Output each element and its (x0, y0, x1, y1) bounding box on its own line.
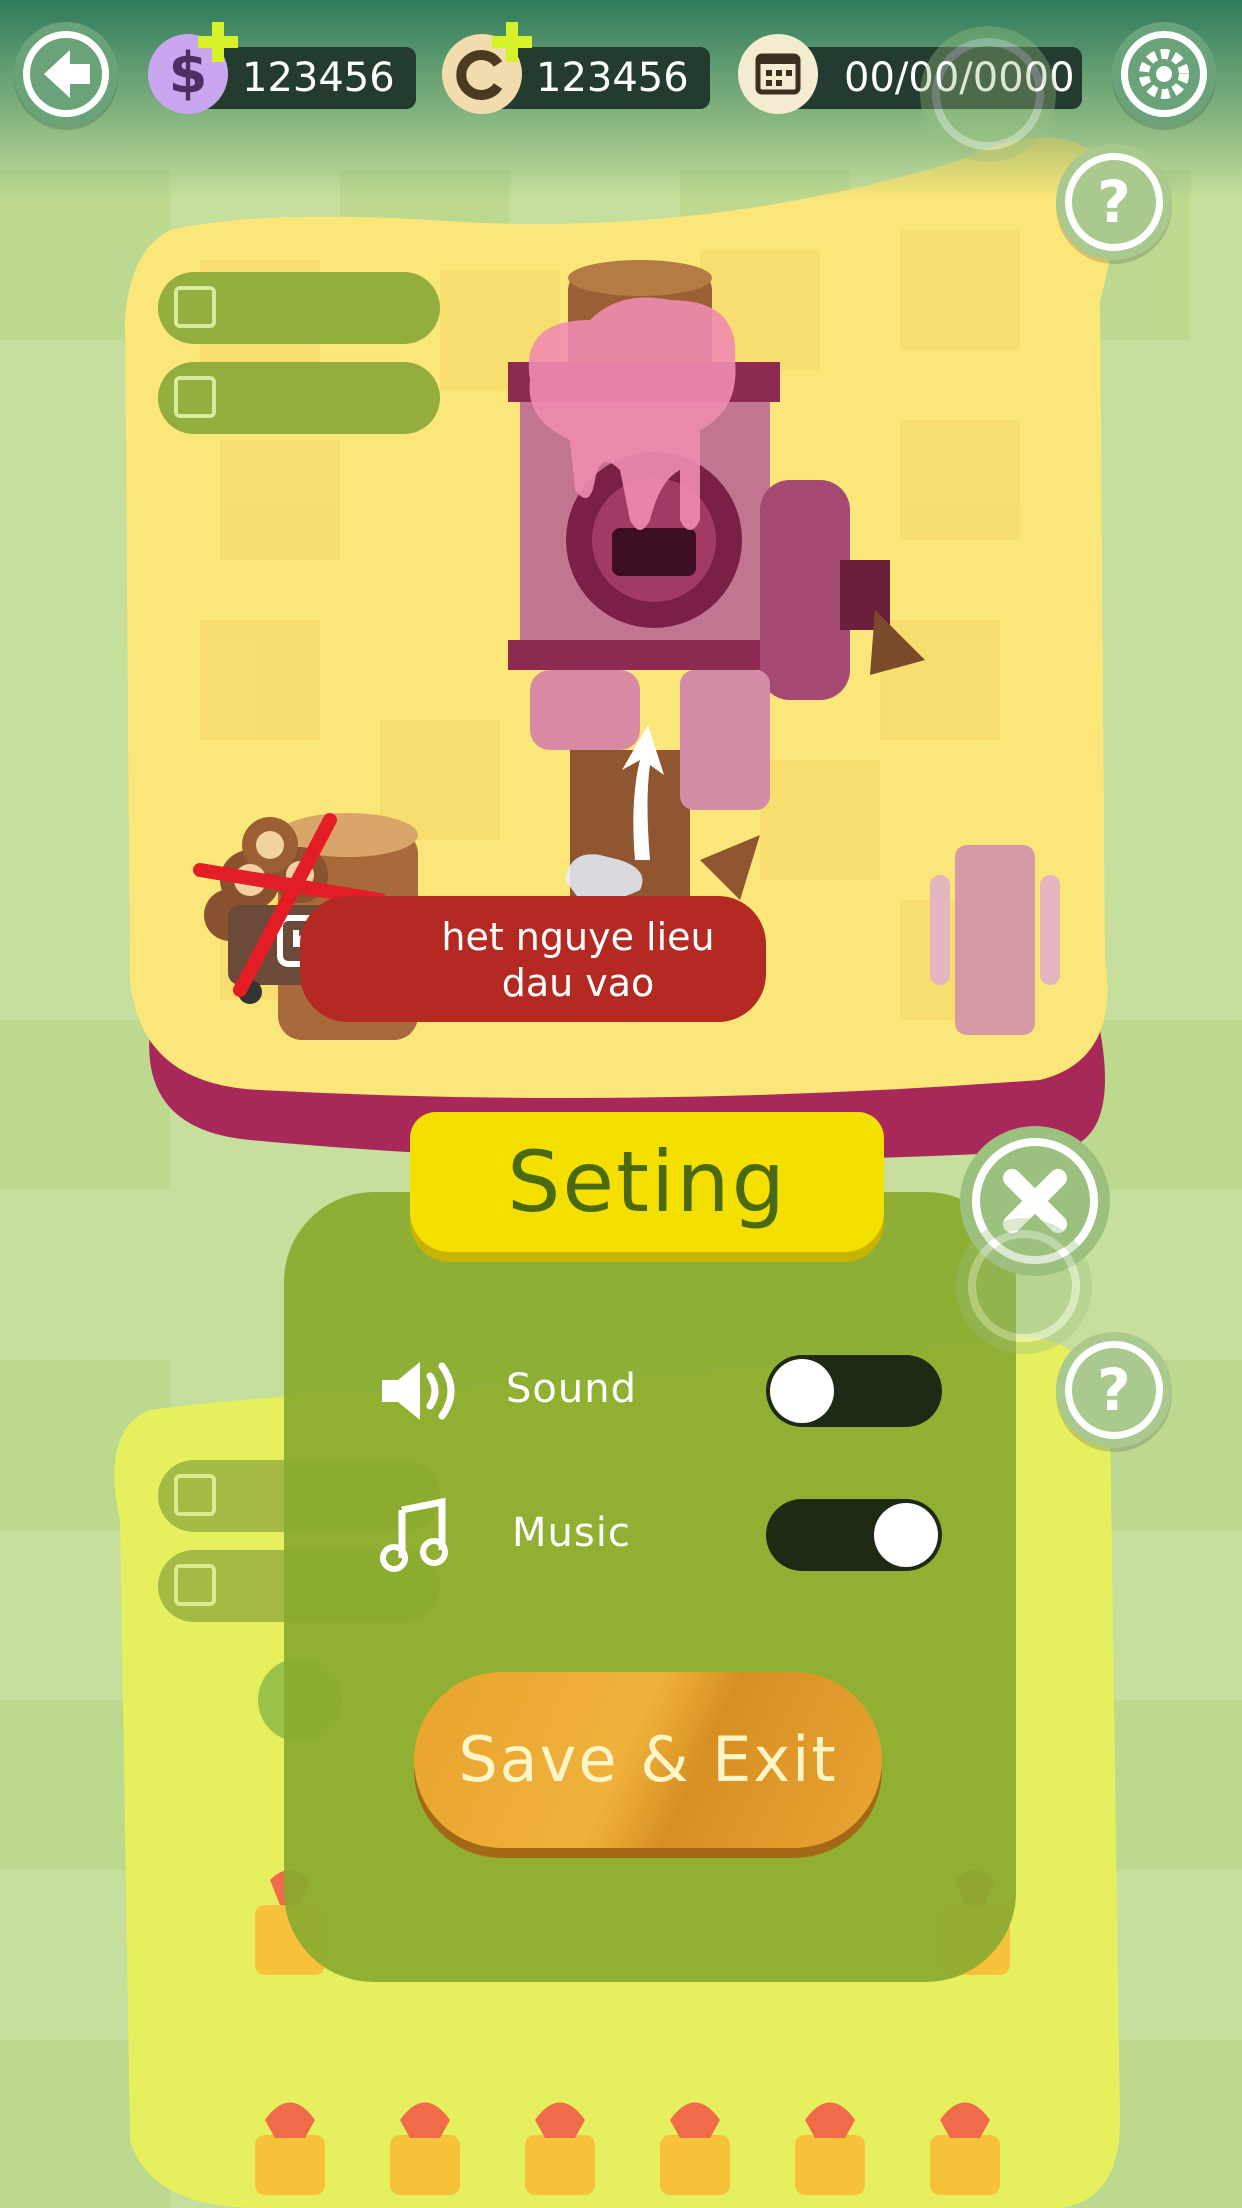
sound-toggle[interactable] (766, 1355, 942, 1427)
import-button[interactable] (158, 362, 440, 434)
add-gem-button[interactable] (490, 20, 534, 64)
faded-close-button (920, 26, 1056, 162)
tooltip-line-1: het nguye lieu (441, 915, 715, 959)
help-button[interactable]: ? (1056, 144, 1172, 260)
import-icon (174, 376, 216, 418)
question-icon: ? (1097, 168, 1131, 236)
export-icon (174, 1474, 216, 1516)
music-toggle-knob (874, 1503, 938, 1567)
calendar-icon (738, 34, 818, 114)
gem-value: 123456 (536, 55, 689, 101)
back-button[interactable] (14, 22, 118, 126)
sound-toggle-knob (770, 1359, 834, 1423)
import-icon (174, 1564, 216, 1606)
tooltip-line-2: dau vao (501, 961, 655, 1005)
save-exit-button[interactable]: Save & Exit (414, 1672, 882, 1848)
question-icon: ? (1097, 1356, 1131, 1424)
export-button[interactable] (158, 272, 440, 344)
back-arrow-icon (44, 50, 90, 98)
help-button-lower[interactable]: ? (1056, 1332, 1172, 1448)
export-icon (174, 286, 216, 328)
sound-label: Sound (506, 1366, 637, 1412)
speaker-icon (382, 1362, 455, 1420)
pink-bench (955, 845, 1035, 1035)
resource-warning-tooltip: het nguye lieu dau vao (300, 896, 766, 1022)
settings-panel (284, 1192, 1016, 1982)
settings-button[interactable] (1112, 22, 1216, 126)
gear-icon (1139, 49, 1189, 99)
music-toggle[interactable] (766, 1499, 942, 1571)
settings-title: Seting (410, 1112, 884, 1252)
music-note-icon (380, 1497, 448, 1572)
music-label: Music (512, 1510, 631, 1556)
money-value: 123456 (242, 55, 395, 101)
add-money-button[interactable] (196, 20, 240, 64)
